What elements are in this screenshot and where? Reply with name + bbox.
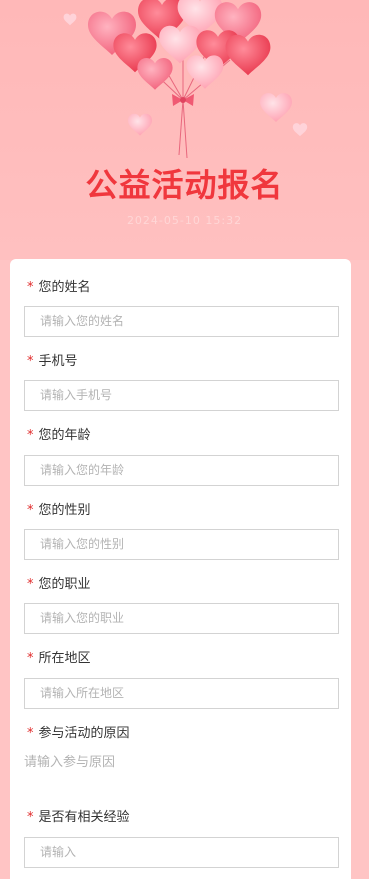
name-field-label: * 您的姓名	[27, 280, 91, 295]
required-mark: *	[27, 726, 34, 741]
name-input[interactable]: 请输入您的姓名	[24, 306, 339, 337]
required-mark: *	[27, 280, 34, 295]
signup-form: * 您的姓名 请输入您的姓名 * 手机号 请输入手机号 * 您的年龄 请输入您的年龄 …	[10, 259, 351, 879]
experience-field-label: * 是否有相关经验	[27, 810, 130, 825]
occupation-field-label: * 您的职业	[27, 577, 91, 592]
age-input[interactable]: 请输入您的年龄	[24, 455, 339, 486]
age-field-label: * 您的年龄	[27, 428, 91, 443]
required-mark: *	[27, 503, 34, 518]
required-mark: *	[27, 354, 34, 369]
reason-textarea[interactable]: 请输入参与原因	[24, 752, 339, 774]
experience-input[interactable]: 请输入	[24, 837, 339, 868]
publish-date: 2024-05-10 15:32	[126, 214, 243, 227]
occupation-input[interactable]: 请输入您的职业	[24, 603, 339, 634]
reason-field-label: * 参与活动的原因	[27, 726, 130, 741]
gender-input[interactable]: 请输入您的性别	[24, 529, 339, 560]
region-field-label: * 所在地区	[27, 651, 91, 666]
heart-balloons-illustration	[63, 0, 308, 159]
required-mark: *	[27, 428, 34, 443]
hero-banner: 公益活动报名 2024-05-10 15:32	[0, 0, 369, 260]
required-mark: *	[27, 651, 34, 666]
phone-input[interactable]: 请输入手机号	[24, 380, 339, 411]
gender-field-label: * 您的性别	[27, 503, 91, 518]
phone-field-label: * 手机号	[27, 354, 78, 369]
required-mark: *	[27, 577, 34, 592]
required-mark: *	[27, 810, 34, 825]
region-input[interactable]: 请输入所在地区	[24, 678, 339, 709]
page-title: 公益活动报名	[85, 166, 284, 204]
